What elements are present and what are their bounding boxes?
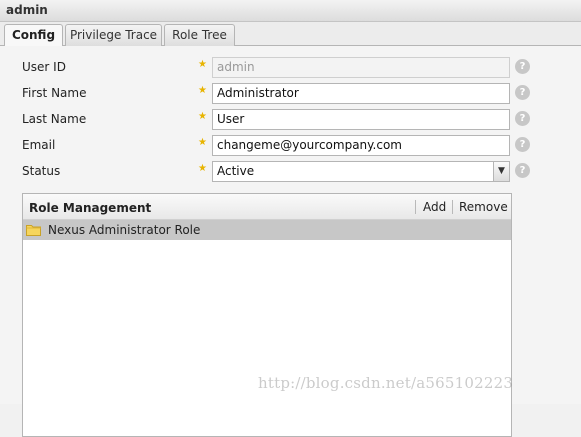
email-row: Email ★ changeme@yourcompany.com ? [0,135,581,157]
watermark: http://blog.csdn.net/a565102223 [258,374,514,392]
chevron-down-icon[interactable]: ▼ [493,162,509,181]
first-name-label: First Name [22,86,87,100]
status-row: Status ★ Active ▼ ? [0,161,581,183]
role-list-item[interactable]: Nexus Administrator Role [23,220,511,240]
status-selected-value: Active [217,164,255,178]
last-name-field[interactable]: User [212,109,510,130]
config-panel: User ID ★ admin ? First Name ★ Administr… [0,46,581,437]
email-label: Email [22,138,56,152]
required-star-icon: ★ [198,59,207,70]
tab-strip: Config Privilege Trace Role Tree [0,22,581,47]
help-icon[interactable]: ? [515,111,530,126]
window-title: admin [6,3,48,17]
help-icon[interactable]: ? [515,137,530,152]
tab-config[interactable]: Config [4,24,63,47]
role-management-header: Role Management Add Remove [23,194,511,220]
user-id-label: User ID [22,60,66,74]
role-management-title: Role Management [29,201,152,215]
role-label: Nexus Administrator Role [48,223,201,237]
first-name-field[interactable]: Administrator [212,83,510,104]
required-star-icon: ★ [198,85,207,96]
first-name-row: First Name ★ Administrator ? [0,83,581,105]
toolbar-divider [415,200,416,214]
required-star-icon: ★ [198,137,207,148]
add-role-button[interactable]: Add [423,200,446,214]
email-field[interactable]: changeme@yourcompany.com [212,135,510,156]
last-name-row: Last Name ★ User ? [0,109,581,131]
tab-role-tree[interactable]: Role Tree [164,24,235,46]
role-management-panel: Role Management Add Remove Nexus Adminis… [22,193,512,437]
tab-privilege-trace[interactable]: Privilege Trace [65,24,162,46]
help-icon[interactable]: ? [515,163,530,178]
window-titlebar: admin [0,0,581,22]
status-select[interactable]: Active ▼ [212,161,510,182]
folder-icon [26,225,41,236]
toolbar-divider [452,200,453,214]
help-icon[interactable]: ? [515,85,530,100]
user-id-row: User ID ★ admin ? [0,57,581,79]
required-star-icon: ★ [198,163,207,174]
remove-role-button[interactable]: Remove [459,200,508,214]
status-label: Status [22,164,61,178]
required-star-icon: ★ [198,111,207,122]
help-icon[interactable]: ? [515,59,530,74]
last-name-label: Last Name [22,112,87,126]
user-id-field: admin [212,57,510,78]
